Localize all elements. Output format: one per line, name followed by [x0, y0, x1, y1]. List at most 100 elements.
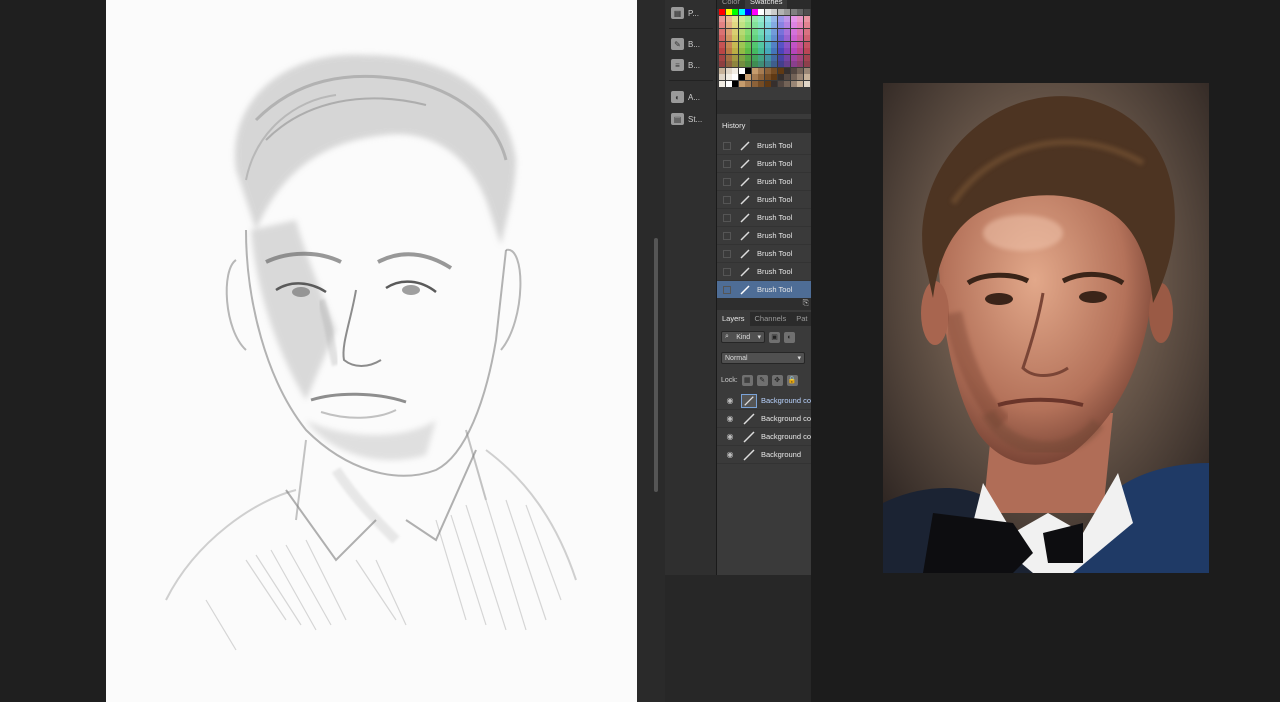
swatch-cell[interactable] — [745, 9, 751, 15]
swatch-cell[interactable] — [803, 67, 810, 74]
swatch-cell[interactable] — [732, 22, 738, 28]
swatch-cell[interactable] — [725, 74, 732, 80]
swatch-cell[interactable] — [771, 67, 777, 74]
swatch-cell[interactable] — [719, 48, 725, 54]
blend-mode-select[interactable]: Normal ▾ — [721, 352, 805, 364]
swatch-cell[interactable] — [803, 22, 810, 28]
snapshot-checkbox[interactable] — [723, 141, 731, 150]
tab-color[interactable]: Color — [717, 0, 745, 9]
swatch-cell[interactable] — [771, 41, 777, 48]
swatch-cell[interactable] — [764, 67, 771, 74]
lock-transparency-icon[interactable]: ▦ — [741, 374, 753, 386]
swatch-cell[interactable] — [745, 80, 751, 87]
swatch-cell[interactable] — [732, 28, 738, 35]
swatch-cell[interactable] — [797, 9, 803, 15]
swatch-cell[interactable] — [732, 67, 738, 74]
swatch-cell[interactable] — [758, 35, 764, 41]
swatch-cell[interactable] — [777, 35, 784, 41]
swatch-cell[interactable] — [797, 54, 803, 61]
swatch-cell[interactable] — [725, 41, 732, 48]
swatch-cell[interactable] — [764, 41, 771, 48]
swatch-cell[interactable] — [738, 28, 745, 35]
swatch-cell[interactable] — [725, 54, 732, 61]
snapshot-checkbox[interactable] — [723, 231, 731, 240]
swatch-cell[interactable] — [732, 48, 738, 54]
styles-panel-button[interactable]: ▤ St... — [671, 111, 713, 127]
swatch-cell[interactable] — [784, 74, 790, 80]
swatch-cell[interactable] — [732, 41, 738, 48]
history-item[interactable]: Brush Tool — [717, 245, 811, 263]
lock-all-icon[interactable]: 🔒 — [786, 374, 798, 386]
swatch-cell[interactable] — [751, 15, 758, 22]
layer-row[interactable]: ◉ Background co — [717, 428, 811, 446]
swatch-cell[interactable] — [719, 67, 725, 74]
swatch-cell[interactable] — [719, 28, 725, 35]
swatch-cell[interactable] — [751, 67, 758, 74]
swatch-cell[interactable] — [745, 15, 751, 22]
swatch-cell[interactable] — [797, 22, 803, 28]
swatch-cell[interactable] — [771, 80, 777, 87]
swatch-cell[interactable] — [738, 22, 745, 28]
adjustments-panel-button[interactable]: ◐ A... — [671, 89, 713, 105]
swatch-cell[interactable] — [790, 80, 797, 87]
swatch-cell[interactable] — [745, 48, 751, 54]
swatch-cell[interactable] — [803, 28, 810, 35]
swatch-cell[interactable] — [771, 35, 777, 41]
swatch-cell[interactable] — [751, 9, 758, 15]
swatch-cell[interactable] — [771, 54, 777, 61]
tab-swatches[interactable]: Swatches — [744, 0, 788, 9]
swatch-cell[interactable] — [758, 28, 764, 35]
snapshot-checkbox[interactable] — [723, 195, 731, 204]
swatch-cell[interactable] — [719, 22, 725, 28]
swatch-cell[interactable] — [738, 48, 745, 54]
swatch-cell[interactable] — [745, 61, 751, 67]
swatch-cell[interactable] — [719, 61, 725, 67]
swatch-cell[interactable] — [784, 15, 790, 22]
swatch-cell[interactable] — [758, 48, 764, 54]
visibility-eye-icon[interactable]: ◉ — [725, 396, 735, 405]
swatch-cell[interactable] — [732, 54, 738, 61]
history-item[interactable]: Brush Tool — [717, 137, 811, 155]
properties-panel-button[interactable]: ▦ P... — [671, 5, 713, 21]
history-item[interactable]: Brush Tool — [717, 191, 811, 209]
snapshot-checkbox[interactable] — [723, 285, 731, 294]
swatch-cell[interactable] — [777, 54, 784, 61]
swatch-cell[interactable] — [803, 54, 810, 61]
swatch-cell[interactable] — [764, 9, 771, 15]
swatch-cell[interactable] — [751, 22, 758, 28]
swatch-cell[interactable] — [751, 54, 758, 61]
layer-row[interactable]: ◉ Background co — [717, 410, 811, 428]
swatch-cell[interactable] — [784, 35, 790, 41]
swatch-cell[interactable] — [803, 41, 810, 48]
swatch-cell[interactable] — [738, 41, 745, 48]
swatch-cell[interactable] — [725, 48, 732, 54]
swatch-cell[interactable] — [797, 15, 803, 22]
swatch-cell[interactable] — [777, 9, 784, 15]
swatch-cell[interactable] — [745, 35, 751, 41]
swatch-cell[interactable] — [764, 28, 771, 35]
swatch-cell[interactable] — [751, 48, 758, 54]
swatch-cell[interactable] — [751, 61, 758, 67]
swatch-cell[interactable] — [719, 35, 725, 41]
swatch-cell[interactable] — [777, 67, 784, 74]
swatch-cell[interactable] — [771, 28, 777, 35]
swatch-cell[interactable] — [790, 28, 797, 35]
swatch-cell[interactable] — [732, 15, 738, 22]
swatch-cell[interactable] — [764, 22, 771, 28]
swatch-cell[interactable] — [771, 9, 777, 15]
swatch-cell[interactable] — [764, 48, 771, 54]
swatch-cell[interactable] — [784, 67, 790, 74]
tab-history[interactable]: History — [717, 119, 751, 133]
swatch-cell[interactable] — [745, 54, 751, 61]
swatch-cell[interactable] — [719, 54, 725, 61]
swatch-cell[interactable] — [745, 28, 751, 35]
swatch-cell[interactable] — [719, 9, 725, 15]
layer-row[interactable]: ◉ Background — [717, 446, 811, 464]
swatch-cell[interactable] — [771, 48, 777, 54]
swatch-cell[interactable] — [790, 61, 797, 67]
swatch-cell[interactable] — [758, 74, 764, 80]
swatch-cell[interactable] — [745, 67, 751, 74]
swatch-cell[interactable] — [745, 22, 751, 28]
history-item[interactable]: Brush Tool — [717, 209, 811, 227]
swatch-cell[interactable] — [771, 22, 777, 28]
